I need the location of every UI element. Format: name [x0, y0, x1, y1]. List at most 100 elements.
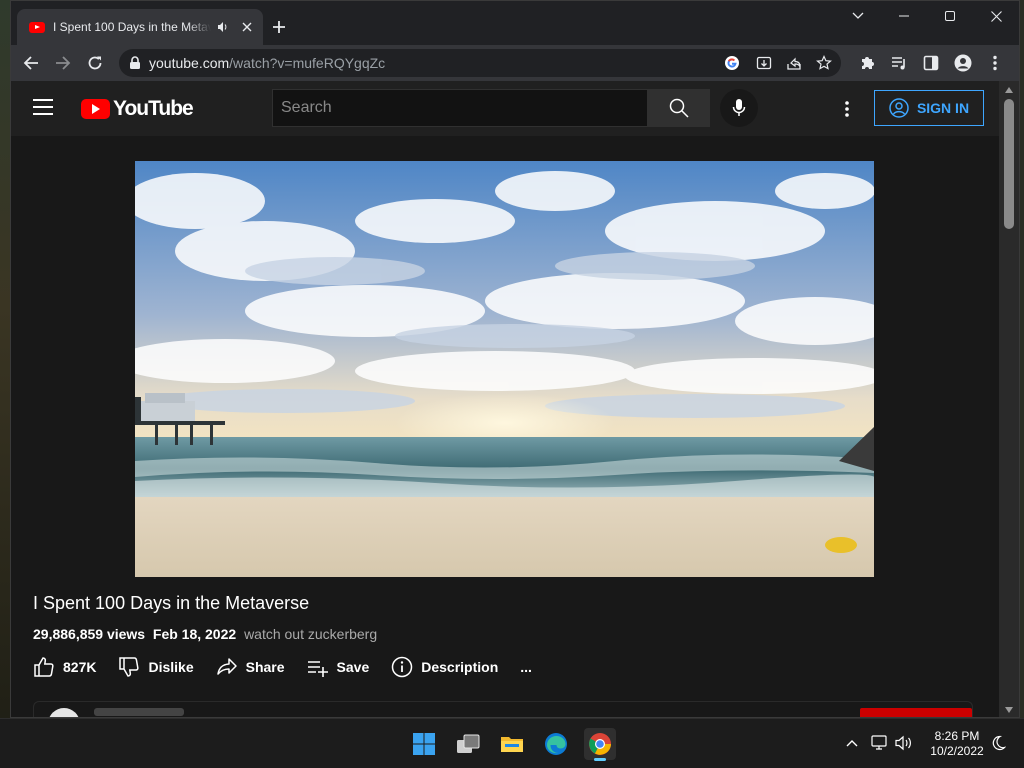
search-box	[272, 89, 648, 127]
search-input[interactable]	[273, 90, 647, 126]
more-actions-button[interactable]: ...	[520, 653, 532, 681]
video-actions: 827K Dislike Share Save Description ...	[33, 653, 554, 681]
minimize-button[interactable]	[881, 1, 927, 31]
share-label: Share	[245, 659, 285, 675]
forward-button[interactable]	[49, 49, 77, 77]
chrome-icon[interactable]	[584, 728, 616, 761]
task-view-icon[interactable]	[452, 728, 484, 760]
desktop-wallpaper-right	[1020, 0, 1024, 768]
save-label: Save	[336, 659, 370, 675]
plus-icon	[273, 21, 285, 33]
youtube-favicon-icon	[29, 21, 45, 33]
tab-title: I Spent 100 Days in the Metaverse	[53, 20, 211, 34]
extensions-button[interactable]	[853, 49, 881, 77]
profile-button[interactable]	[949, 49, 977, 77]
kebab-menu-icon	[993, 55, 997, 71]
address-bar[interactable]: youtube.com/watch?v=mufeRQYgqZc	[119, 49, 841, 77]
dislike-button[interactable]: Dislike	[118, 653, 194, 681]
thumbs-up-icon	[34, 657, 54, 677]
close-icon	[990, 10, 1002, 22]
description-snippet: watch out zuckerberg	[244, 626, 378, 642]
file-explorer-icon[interactable]	[496, 728, 528, 760]
settings-more-button[interactable]	[837, 97, 857, 121]
quiet-hours-moon-icon[interactable]	[988, 733, 1008, 753]
view-count: 29,886,859 views	[33, 626, 146, 642]
share-arrow-icon	[216, 658, 237, 675]
voice-search-button[interactable]	[720, 89, 758, 127]
like-button[interactable]: 827K	[33, 653, 96, 681]
share-page-icon[interactable]	[783, 52, 805, 74]
youtube-page: YouTube SIGN IN	[11, 81, 999, 717]
account-circle-icon	[889, 98, 909, 118]
sign-in-label: SIGN IN	[916, 100, 970, 116]
desktop-wallpaper-left	[0, 0, 10, 768]
chrome-window: I Spent 100 Days in the Metaverse	[10, 0, 1020, 718]
vertical-dots-icon	[845, 101, 849, 117]
browser-toolbar: youtube.com/watch?v=mufeRQYgqZc	[11, 45, 1019, 81]
reload-button[interactable]	[81, 49, 109, 77]
video-title: I Spent 100 Days in the Metaverse	[33, 593, 310, 613]
channel-owner-row	[33, 701, 973, 717]
playlist-add-icon	[307, 661, 328, 677]
side-panel-icon	[923, 55, 939, 71]
save-button[interactable]: Save	[307, 653, 370, 681]
back-arrow-icon	[23, 56, 38, 70]
back-button[interactable]	[17, 49, 45, 77]
edge-icon[interactable]	[540, 728, 572, 760]
volume-icon[interactable]	[894, 733, 914, 753]
channel-avatar[interactable]	[48, 708, 80, 717]
upload-date: Feb 18, 2022	[152, 626, 237, 642]
puzzle-icon	[862, 57, 874, 69]
tab-strip: I Spent 100 Days in the Metaverse	[11, 1, 1019, 45]
profile-icon	[954, 54, 972, 72]
google-lens-icon[interactable]	[721, 52, 743, 74]
reload-icon	[88, 56, 102, 70]
taskbar-clock[interactable]: 8:26 PM 10/2/2022	[922, 729, 992, 759]
close-tab-icon[interactable]	[239, 19, 255, 35]
browser-tab[interactable]: I Spent 100 Days in the Metaverse	[17, 9, 263, 45]
share-button[interactable]: Share	[216, 653, 285, 681]
close-window-button[interactable]	[973, 1, 1019, 31]
subscribe-button[interactable]	[860, 708, 972, 717]
info-icon	[391, 656, 413, 678]
windows-start-icon[interactable]	[408, 728, 440, 760]
bookmark-star-icon[interactable]	[813, 52, 835, 74]
maximize-button[interactable]	[927, 1, 973, 31]
maximize-icon	[945, 11, 955, 21]
tab-search-button[interactable]	[835, 1, 881, 31]
lock-icon[interactable]	[129, 56, 141, 75]
youtube-logo-text: YouTube	[113, 97, 194, 120]
search-button[interactable]	[648, 89, 710, 127]
side-panel-button[interactable]	[917, 49, 945, 77]
scrollbar-thumb[interactable]	[1004, 99, 1014, 229]
more-actions-label: ...	[520, 659, 532, 675]
chrome-menu-button[interactable]	[981, 49, 1009, 77]
windows-taskbar: 8:26 PM 10/2/2022	[0, 718, 1024, 768]
page-scrollbar[interactable]	[999, 81, 1019, 717]
channel-name-placeholder[interactable]	[94, 708, 184, 716]
new-tab-button[interactable]	[267, 15, 291, 39]
chevron-up-icon[interactable]	[842, 733, 862, 753]
scroll-up-arrow-icon[interactable]	[999, 83, 1019, 97]
hamburger-menu-icon[interactable]	[33, 99, 53, 115]
music-queue-icon	[892, 57, 905, 70]
youtube-logo[interactable]: YouTube	[81, 97, 194, 121]
url-domain: youtube.com	[149, 55, 230, 71]
youtube-play-icon	[81, 99, 110, 119]
description-label: Description	[421, 659, 499, 675]
clock-time: 8:26 PM	[934, 729, 980, 743]
speaker-icon[interactable]	[215, 19, 231, 35]
sign-in-button[interactable]: SIGN IN	[874, 90, 984, 126]
video-player[interactable]	[135, 161, 874, 577]
video-meta[interactable]: 29,886,859 views Feb 18, 2022 watch out …	[33, 626, 377, 642]
clock-date: 10/2/2022	[930, 744, 984, 758]
media-control-button[interactable]	[885, 49, 913, 77]
thumbs-down-icon	[119, 657, 140, 677]
chevron-down-icon	[852, 12, 864, 19]
description-button[interactable]: Description	[391, 653, 498, 681]
scroll-down-arrow-icon[interactable]	[999, 703, 1019, 717]
install-app-icon[interactable]	[753, 52, 775, 74]
url-text[interactable]: youtube.com/watch?v=mufeRQYgqZc	[149, 55, 385, 71]
network-icon[interactable]	[870, 733, 890, 753]
search-icon	[669, 98, 689, 118]
